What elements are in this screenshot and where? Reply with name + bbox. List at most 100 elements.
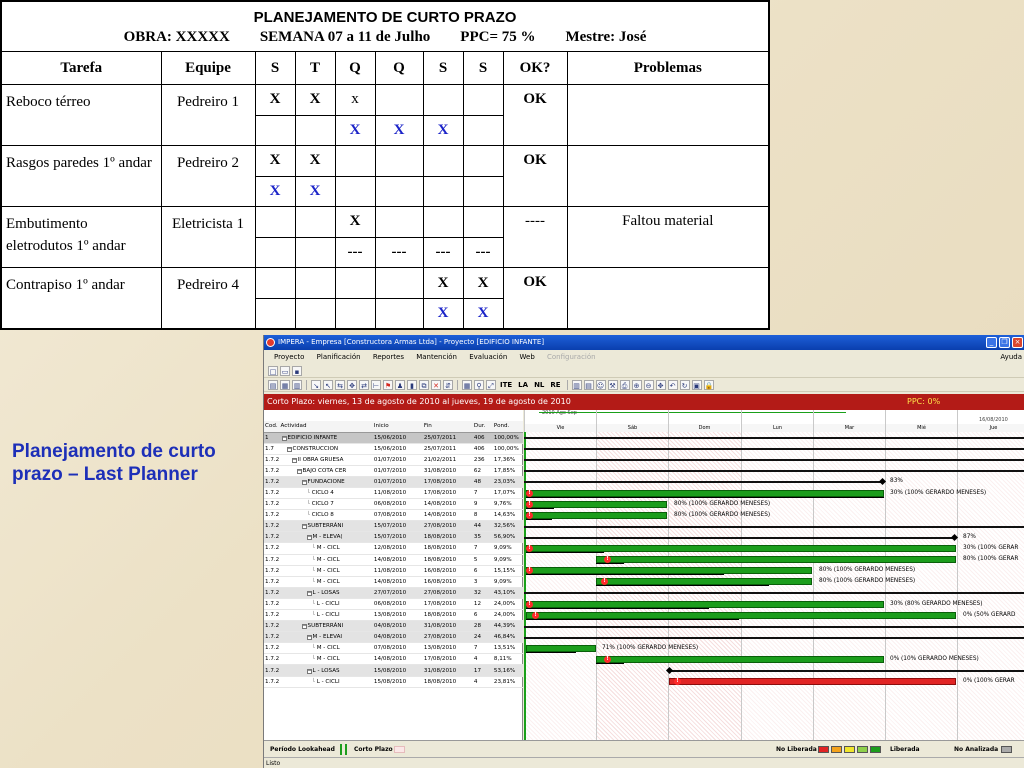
grid-icon[interactable]: ▦ (462, 379, 472, 390)
activity-end: 31/08/2010 (422, 465, 473, 477)
menu-reportes[interactable]: Reportes (373, 353, 404, 361)
activity-row[interactable]: 1.7.2 −M - ELEVAI 04/08/2010 27/08/2010 24 46… (264, 631, 523, 644)
col-inicio[interactable]: Inicio (372, 421, 423, 433)
save-icon[interactable]: ▪ (292, 365, 302, 376)
activity-row[interactable]: 1.7.2 −BAJO COTA CER 01/07/2010 31/08/2010 6… (264, 465, 523, 477)
activity-row[interactable]: 1.7.2 −SUBTERRÁNI 15/07/2010 27/08/2010 44 32… (264, 520, 523, 533)
activity-end: 14/08/2010 (422, 509, 473, 522)
col-dur[interactable]: Dur. (472, 421, 493, 433)
collapse-icon[interactable]: − (296, 468, 302, 474)
tools-icon[interactable]: ⚒ (607, 379, 618, 390)
open-folder-icon[interactable]: ▭ (280, 365, 290, 376)
activity-row[interactable]: 1.7.2 └ CICLO 7 06/08/2010 14/08/2010 9 9,76% (264, 498, 523, 511)
status-text: Listo (266, 760, 281, 767)
col-cod[interactable]: Cod. (264, 421, 280, 433)
menu-proyecto[interactable]: Proyecto (274, 353, 304, 361)
filter-icon[interactable]: ⚲ (474, 379, 484, 390)
indent-icon[interactable]: ↘ (311, 379, 321, 390)
window-icon[interactable]: ▣ (691, 379, 702, 390)
col-actividad[interactable]: Actividad (279, 421, 373, 433)
collapse-icon[interactable]: − (306, 668, 312, 674)
delete-icon[interactable]: ✕ (431, 379, 441, 390)
activity-row[interactable]: 1.7.2 └ M - CICL 12/08/2010 18/08/2010 7 9,09… (264, 542, 523, 555)
toolbar-re[interactable]: RE (548, 381, 562, 389)
table-icon[interactable]: ▤ (583, 379, 594, 390)
person-icon[interactable]: ☺ (595, 379, 606, 390)
col-fin[interactable]: Fin (422, 421, 473, 433)
print-icon[interactable]: ⎙ (619, 379, 630, 390)
resource-icon[interactable]: ♟ (395, 379, 405, 390)
tab-lookahead[interactable]: Período Lookahead (270, 741, 335, 758)
collapse-icon[interactable]: − (306, 635, 312, 641)
activity-cod: 1.7.2 (264, 476, 280, 488)
undo-icon[interactable]: ↶ (667, 379, 678, 390)
menu-mantencion[interactable]: Mantención (416, 353, 457, 361)
zoom-in-icon[interactable]: ⊕ (631, 379, 642, 390)
menu-ayuda[interactable]: Ayuda (1000, 350, 1022, 364)
maximize-icon[interactable]: ❐ (999, 337, 1010, 348)
collapse-icon[interactable]: − (306, 535, 312, 541)
activity-pond: 13,51% (492, 642, 523, 655)
flag-icon[interactable]: ⚑ (383, 379, 393, 390)
tab-corto-plazo[interactable]: Corto Plazo (354, 741, 393, 758)
activity-row[interactable]: 1.7.2 └ CICLO 8 07/08/2010 14/08/2010 8 14,63… (264, 509, 523, 522)
menu-planificacion[interactable]: Planificación (317, 353, 361, 361)
sort-icon[interactable]: ⇵ (443, 379, 453, 390)
activity-row[interactable]: 1.7.2 −SUBTERRÁNI 04/08/2010 31/08/2010 28 44… (264, 620, 523, 633)
collapse-icon[interactable]: − (291, 457, 297, 463)
toolbar-ite[interactable]: ITE (498, 381, 514, 389)
activity-row[interactable]: 1.7.2 └ L - CICLI 06/08/2010 17/08/2010 12 24… (264, 598, 523, 611)
toolbar-nl[interactable]: NL (532, 381, 546, 389)
activity-row[interactable]: 1.7.2 −II OBRA GRUESA 01/07/2010 21/02/2011… (264, 454, 523, 466)
collapse-icon[interactable]: − (301, 624, 307, 630)
move-icon[interactable]: ✥ (347, 379, 357, 390)
calendar-icon[interactable]: ▦ (280, 379, 290, 390)
expand-icon[interactable]: ⤢ (486, 379, 496, 390)
header-day-s3: S (462, 51, 504, 86)
collapse-icon[interactable]: − (301, 479, 307, 485)
activity-row[interactable]: 1.7.2 └ L - CICLI 15/08/2010 18/08/2010 4 23,… (264, 676, 523, 688)
minimize-icon[interactable]: _ (986, 337, 997, 348)
menu-web[interactable]: Web (520, 353, 535, 361)
activity-end: 27/08/2010 (422, 520, 473, 533)
link-icon[interactable]: ⇆ (335, 379, 345, 390)
view-icon[interactable]: ▤ (268, 379, 278, 390)
activity-row[interactable]: 1.7.2 └ M - CICL 14/08/2010 16/08/2010 3 9,09… (264, 576, 523, 588)
report-icon[interactable]: ▥ (292, 379, 302, 390)
col-pond[interactable]: Pond. (492, 421, 523, 433)
bar-chart-icon[interactable]: ▥ (571, 379, 582, 390)
activity-row[interactable]: 1.7.2 −L - LOSAS 27/07/2010 27/08/2010 32 43,… (264, 587, 523, 599)
tree-icon[interactable]: ⊢ (371, 379, 381, 390)
header-day-q1: Q (334, 51, 376, 86)
outdent-icon[interactable]: ↖ (323, 379, 333, 390)
activity-row[interactable]: 1.7.2 └ CICLO 4 11/08/2010 17/08/2010 7 17,07… (264, 487, 523, 500)
activity-row[interactable]: 1 −EDIFICIO INFANTE 15/06/2010 25/07/2011 40… (264, 432, 523, 444)
activity-row[interactable]: 1.7 −CONSTRUCCION 15/06/2010 25/07/2011 406 1… (264, 443, 523, 455)
toolbar-la[interactable]: LA (516, 381, 530, 389)
activity-row[interactable]: 1.7.2 └ M - CICL 14/08/2010 17/08/2010 4 8,11… (264, 653, 523, 666)
close-icon[interactable]: × (1012, 337, 1023, 348)
zoom-out-icon[interactable]: ⊖ (643, 379, 654, 390)
split-icon[interactable]: ⇄ (359, 379, 369, 390)
activity-row[interactable]: 1.7.2 └ L - CICLI 13/08/2010 18/08/2010 6 24,… (264, 609, 523, 622)
activity-row[interactable]: 1.7.2 −M - ELEVA(15/07/2010 18/08/2010 35 56… (264, 531, 523, 544)
activity-row[interactable]: 1.7.2 └ M - CICL 11/08/2010 16/08/2010 6 15,1… (264, 565, 523, 577)
collapse-icon[interactable]: − (301, 524, 307, 530)
lock-icon[interactable]: 🔒 (703, 379, 714, 390)
problem-text (566, 145, 770, 208)
menu-evaluacion[interactable]: Evaluación (469, 353, 507, 361)
activity-row[interactable]: 1.7.2 −L - LOSAS 15/08/2010 31/08/2010 17 53,… (264, 664, 523, 677)
collapse-icon[interactable]: − (281, 435, 287, 441)
activity-row[interactable]: 1.7.2 └ M - CICL 07/08/2010 13/08/2010 7 13,5… (264, 642, 523, 655)
collapse-icon[interactable]: − (306, 590, 312, 596)
toolbar-separator (306, 379, 307, 390)
collapse-icon[interactable]: − (286, 446, 292, 452)
copy-icon[interactable]: ⧉ (419, 379, 429, 390)
pan-icon[interactable]: ✥ (655, 379, 666, 390)
activity-row[interactable]: 1.7.2 └ M - CICL 14/08/2010 18/08/2010 5 9,09… (264, 554, 523, 566)
refresh-icon[interactable]: ↻ (679, 379, 690, 390)
new-file-icon[interactable]: □ (268, 365, 278, 376)
activity-pond: 43,10% (492, 587, 523, 599)
activity-row[interactable]: 1.7.2 −FUNDACIONE 01/07/2010 17/08/2010 48 23… (264, 476, 523, 488)
chart-icon[interactable]: ▮ (407, 379, 417, 390)
